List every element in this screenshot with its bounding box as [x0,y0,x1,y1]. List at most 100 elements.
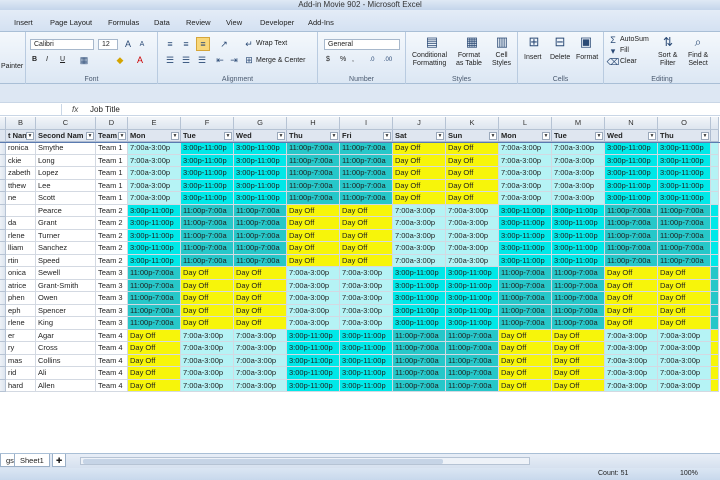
second-name-cell[interactable]: Lee [36,179,96,192]
team-cell[interactable]: Team 2 [96,217,128,230]
column-header-f[interactable]: F [181,117,234,130]
find-select-icon[interactable]: ⌕ [690,34,706,50]
first-name-cell[interactable]: zabeth [6,167,36,180]
shift-cell[interactable]: Day Off [128,354,181,367]
shift-cell[interactable]: Day Off [234,279,287,292]
name-box[interactable] [0,104,62,115]
shift-cell[interactable]: 7:00a-3:00p [234,379,287,392]
shift-cell[interactable]: 7:00a-3:00p [658,367,711,380]
first-name-cell[interactable]: rlene [6,229,36,242]
shift-cell[interactable]: 3:00p-11:00p [658,192,711,205]
scrollbar-thumb[interactable] [83,459,443,464]
shift-cell[interactable]: Day Off [552,342,605,355]
filter-dropdown-icon[interactable]: ▼ [330,131,338,140]
shift-cell[interactable]: 3:00p-11:00p [287,354,340,367]
overflow-cell[interactable] [711,142,719,155]
currency-button[interactable]: $ [326,56,330,63]
team-cell[interactable]: Team 2 [96,204,128,217]
team-cell[interactable]: Team 3 [96,292,128,305]
shift-cell[interactable]: Day Off [499,354,552,367]
filter-header-cell[interactable]: Thu ▼ [287,129,340,142]
shift-cell[interactable]: 11:00p-7:00a [181,254,234,267]
shift-cell[interactable]: 11:00p-7:00a [128,292,181,305]
shift-cell[interactable]: 11:00p-7:00a [340,167,393,180]
filter-header-cell[interactable]: Mon ▼ [128,129,181,142]
shift-cell[interactable]: 11:00p-7:00a [605,217,658,230]
shift-cell[interactable]: 3:00p-11:00p [499,217,552,230]
shift-cell[interactable]: Day Off [605,304,658,317]
column-header-o[interactable]: O [658,117,711,130]
shift-cell[interactable]: 11:00p-7:00a [287,167,340,180]
shift-cell[interactable]: Day Off [287,229,340,242]
team-cell[interactable]: Team 2 [96,229,128,242]
delete-cells-icon[interactable]: ⊟ [552,34,568,50]
column-header-d[interactable]: D [96,117,128,130]
shift-cell[interactable]: 11:00p-7:00a [287,154,340,167]
filter-dropdown-icon[interactable]: ▼ [436,131,444,140]
shift-cell[interactable]: 3:00p-11:00p [393,317,446,330]
second-name-cell[interactable]: Lopez [36,167,96,180]
second-name-cell[interactable]: Spencer [36,304,96,317]
shift-cell[interactable]: 11:00p-7:00a [552,267,605,280]
shift-cell[interactable]: 3:00p-11:00p [340,329,393,342]
shift-cell[interactable]: 7:00a-3:00p [446,242,499,255]
shift-cell[interactable]: Day Off [658,317,711,330]
overflow-cell[interactable] [711,354,719,367]
shift-cell[interactable]: 3:00p-11:00p [181,167,234,180]
first-name-cell[interactable] [6,204,36,217]
shift-cell[interactable]: 7:00a-3:00p [128,192,181,205]
shift-cell[interactable]: Day Off [128,329,181,342]
column-header-g[interactable]: G [234,117,287,130]
shift-cell[interactable]: Day Off [605,292,658,305]
shift-cell[interactable]: 11:00p-7:00a [552,317,605,330]
shift-cell[interactable]: Day Off [340,204,393,217]
first-name-cell[interactable]: ry [6,342,36,355]
shift-cell[interactable]: 3:00p-11:00p [446,292,499,305]
shift-cell[interactable]: 3:00p-11:00p [181,179,234,192]
shift-cell[interactable]: 7:00a-3:00p [340,317,393,330]
shift-cell[interactable]: 7:00a-3:00p [128,142,181,155]
shift-cell[interactable]: 11:00p-7:00a [658,217,711,230]
shift-cell[interactable]: 7:00a-3:00p [181,379,234,392]
team-cell[interactable]: Team 1 [96,154,128,167]
fill-color-icon[interactable]: ◆ [114,54,126,66]
conditional-formatting-icon[interactable]: ▤ [424,34,440,50]
filter-header-cell[interactable]: Tue ▼ [552,129,605,142]
shift-cell[interactable]: Day Off [552,379,605,392]
shift-cell[interactable]: Day Off [499,342,552,355]
first-name-cell[interactable]: er [6,329,36,342]
shift-cell[interactable]: 11:00p-7:00a [181,217,234,230]
overflow-cell[interactable] [711,329,719,342]
shift-cell[interactable]: 11:00p-7:00a [499,304,552,317]
shift-cell[interactable]: 7:00a-3:00p [499,142,552,155]
second-name-cell[interactable]: Turner [36,229,96,242]
filter-header-cell[interactable]: Wed ▼ [605,129,658,142]
shrink-font-icon[interactable]: A [136,38,148,50]
shift-cell[interactable]: 3:00p-11:00p [605,179,658,192]
column-header-next[interactable] [711,117,719,130]
shift-cell[interactable]: 3:00p-11:00p [340,379,393,392]
tab-view[interactable]: View [222,16,246,30]
percent-button[interactable]: % [340,56,346,63]
shift-cell[interactable]: 3:00p-11:00p [605,167,658,180]
overflow-cell[interactable] [711,204,719,217]
shift-cell[interactable]: 7:00a-3:00p [340,292,393,305]
shift-cell[interactable]: Day Off [658,279,711,292]
grow-font-icon[interactable]: A [122,38,134,50]
shift-cell[interactable]: 3:00p-11:00p [552,242,605,255]
filter-dropdown-icon[interactable]: ▼ [277,131,285,140]
shift-cell[interactable]: Day Off [605,279,658,292]
align-center-icon[interactable]: ☰ [180,54,192,66]
filter-header-cell[interactable]: Sat ▼ [393,129,446,142]
overflow-cell[interactable] [711,279,719,292]
second-name-cell[interactable]: Collins [36,354,96,367]
team-cell[interactable]: Team 4 [96,367,128,380]
shift-cell[interactable]: 7:00a-3:00p [605,367,658,380]
shift-cell[interactable]: 7:00a-3:00p [287,267,340,280]
second-name-cell[interactable]: Smythe [36,142,96,155]
shift-cell[interactable]: 11:00p-7:00a [499,279,552,292]
shift-cell[interactable]: 3:00p-11:00p [181,142,234,155]
shift-cell[interactable]: 3:00p-11:00p [181,192,234,205]
filter-dropdown-icon[interactable]: ▼ [224,131,232,140]
shift-cell[interactable]: 11:00p-7:00a [393,379,446,392]
